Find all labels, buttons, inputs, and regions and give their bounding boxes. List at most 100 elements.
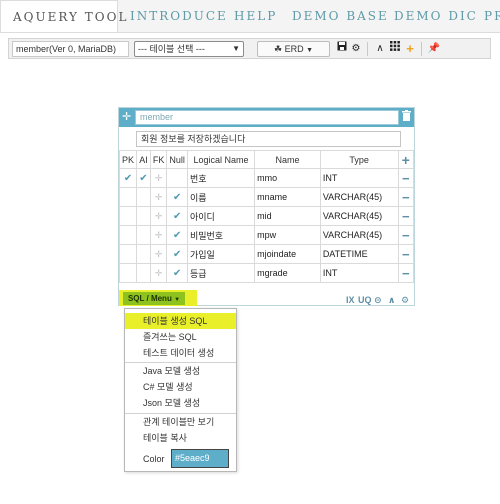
type-cell[interactable]: VARCHAR(45): [319, 206, 399, 226]
erd-button[interactable]: ☘ ERD ▼: [257, 41, 330, 57]
menu-item-csharp-model[interactable]: C# 모델 생성: [125, 379, 236, 395]
chevron-up-icon[interactable]: ∧: [373, 41, 387, 57]
tab-aquery-tool[interactable]: AQUERY TOOL: [0, 0, 126, 32]
remove-column-button[interactable]: −: [397, 206, 415, 226]
pk-toggle[interactable]: [118, 206, 138, 226]
fk-toggle[interactable]: ✛: [149, 168, 168, 188]
name-cell[interactable]: mmo: [254, 168, 321, 188]
unique-button[interactable]: UQ: [358, 294, 372, 306]
logical-name-cell[interactable]: 가입일: [186, 244, 256, 264]
table-name-input[interactable]: member: [135, 110, 399, 125]
remove-column-button[interactable]: −: [397, 168, 415, 188]
chevron-up-icon[interactable]: ∧: [388, 294, 395, 306]
type-cell[interactable]: VARCHAR(45): [319, 225, 399, 245]
toolbar-divider: [421, 42, 422, 56]
menu-item-create-table-sql[interactable]: 테이블 생성 SQL: [125, 313, 236, 329]
index-button[interactable]: IX: [346, 294, 355, 306]
table-comment-input[interactable]: 회원 정보를 저장하겠습니다: [136, 131, 401, 147]
null-toggle[interactable]: ✔: [166, 187, 188, 207]
menu-item-json-model[interactable]: Json 모델 생성: [125, 395, 236, 411]
logical-name-cell[interactable]: 비밀번호: [186, 225, 256, 245]
toolbar: member(Ver 0, MariaDB) --- 테이블 선택 --- ▼ …: [8, 38, 491, 59]
caret-down-icon: ▼: [306, 47, 314, 54]
name-cell[interactable]: mgrade: [254, 263, 321, 283]
header-type: Type: [319, 150, 399, 169]
ai-toggle[interactable]: [136, 244, 151, 264]
null-toggle[interactable]: ✔: [166, 225, 188, 245]
null-toggle[interactable]: [166, 168, 188, 188]
pin-icon[interactable]: 📌: [427, 41, 441, 57]
fk-toggle[interactable]: ✛: [149, 263, 168, 283]
tab-demo-dic[interactable]: DEMO DIC: [394, 0, 478, 32]
tab-pr[interactable]: PR: [484, 0, 500, 32]
plus-icon[interactable]: +: [403, 41, 417, 57]
move-icon: ✛: [154, 210, 163, 221]
null-toggle[interactable]: ✔: [166, 244, 188, 264]
table-row: ✛ ✔ 등급 mgrade INT −: [118, 263, 415, 283]
menu-item-generate-test-data[interactable]: 테스트 데이터 생성: [125, 345, 236, 361]
remove-column-button[interactable]: −: [397, 244, 415, 264]
fk-toggle[interactable]: ✛: [149, 187, 168, 207]
pk-toggle[interactable]: [118, 263, 138, 283]
menu-item-copy-table[interactable]: 테이블 복사: [125, 430, 236, 446]
pk-toggle[interactable]: ✔: [118, 168, 138, 188]
sql-menu-button[interactable]: SQL / Menu ▼: [123, 292, 185, 305]
menu-item-related-tables[interactable]: 관계 테이블만 보기: [125, 414, 236, 430]
header-logical-name: Logical Name: [186, 150, 256, 169]
move-icon: ✛: [154, 267, 163, 278]
logical-name-cell[interactable]: 번호: [186, 168, 256, 188]
move-icon: ✛: [154, 172, 163, 183]
type-cell[interactable]: VARCHAR(45): [319, 187, 399, 207]
tab-demo-base[interactable]: DEMO BASE: [292, 0, 389, 32]
save-icon[interactable]: [335, 41, 349, 57]
fk-toggle[interactable]: ✛: [149, 244, 168, 264]
table-select[interactable]: --- 테이블 선택 --- ▼: [134, 41, 244, 57]
remove-column-button[interactable]: −: [397, 187, 415, 207]
move-icon: ✛: [154, 248, 163, 259]
pk-toggle[interactable]: [118, 187, 138, 207]
move-icon: ✛: [154, 191, 163, 202]
color-input[interactable]: #5eaec9: [171, 449, 229, 468]
type-cell[interactable]: INT: [319, 168, 399, 188]
ai-toggle[interactable]: [136, 206, 151, 226]
move-icon[interactable]: ✛: [122, 110, 134, 124]
ai-toggle[interactable]: ✔: [136, 168, 151, 188]
type-cell[interactable]: DATETIME: [319, 244, 399, 264]
check-icon: ✔: [172, 248, 182, 260]
gear-icon[interactable]: ⚙: [401, 294, 409, 306]
add-column-button[interactable]: +: [397, 150, 415, 169]
table-row: ✔ ✔ ✛ 번호 mmo INT −: [118, 168, 415, 188]
pk-toggle[interactable]: [118, 244, 138, 264]
menu-item-java-model[interactable]: Java 모델 생성: [125, 363, 236, 379]
menu-item-favorite-sql[interactable]: 즐겨쓰는 SQL: [125, 329, 236, 345]
check-icon: ✔: [172, 210, 182, 222]
minus-icon: −: [401, 208, 410, 224]
comment-icon[interactable]: ⊝: [374, 294, 382, 306]
grid-icon[interactable]: [388, 41, 402, 57]
gear-icon[interactable]: ⚙: [349, 41, 363, 57]
null-toggle[interactable]: ✔: [166, 206, 188, 226]
top-nav: AQUERY TOOL INTRODUCE HELP DEMO BASE DEM…: [0, 0, 500, 33]
tab-introduce[interactable]: INTRODUCE: [130, 0, 228, 32]
fk-toggle[interactable]: ✛: [149, 206, 168, 226]
fk-toggle[interactable]: ✛: [149, 225, 168, 245]
database-label[interactable]: member(Ver 0, MariaDB): [12, 41, 129, 57]
remove-column-button[interactable]: −: [397, 263, 415, 283]
remove-column-button[interactable]: −: [397, 225, 415, 245]
name-cell[interactable]: mname: [254, 187, 321, 207]
name-cell[interactable]: mpw: [254, 225, 321, 245]
name-cell[interactable]: mid: [254, 206, 321, 226]
name-cell[interactable]: mjoindate: [254, 244, 321, 264]
ai-toggle[interactable]: [136, 187, 151, 207]
pk-toggle[interactable]: [118, 225, 138, 245]
ai-toggle[interactable]: [136, 263, 151, 283]
logical-name-cell[interactable]: 등급: [186, 263, 256, 283]
type-cell[interactable]: INT: [319, 263, 399, 283]
trash-icon[interactable]: [400, 110, 412, 125]
ai-toggle[interactable]: [136, 225, 151, 245]
minus-icon: −: [401, 265, 410, 281]
tab-help[interactable]: HELP: [234, 0, 277, 32]
logical-name-cell[interactable]: 이름: [186, 187, 256, 207]
logical-name-cell[interactable]: 아이디: [186, 206, 256, 226]
null-toggle[interactable]: ✔: [166, 263, 188, 283]
